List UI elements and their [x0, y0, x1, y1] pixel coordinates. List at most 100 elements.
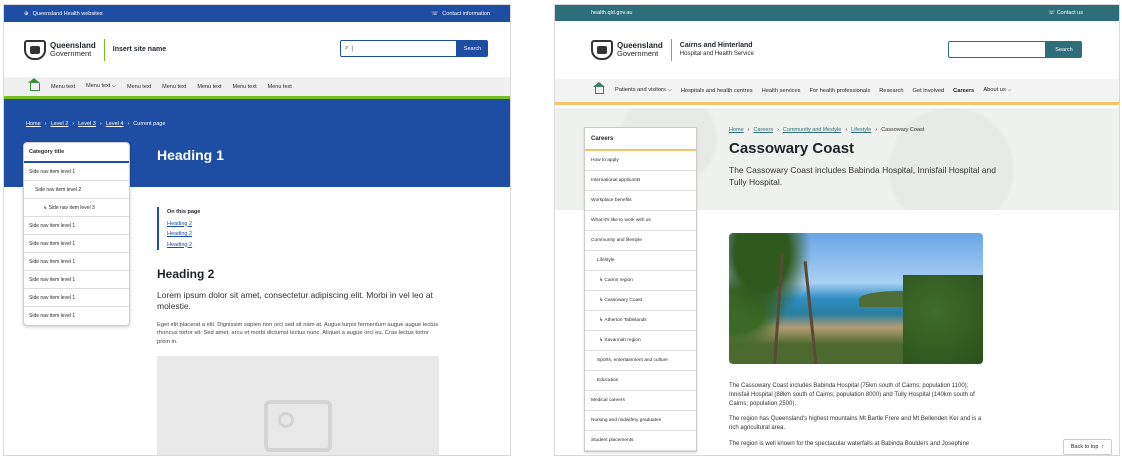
sites-link[interactable]: ⊕ Queensland Health websites — [24, 11, 103, 17]
sidenav-item[interactable]: Medical careers — [585, 391, 696, 411]
sidenav-item[interactable]: What it's like to work with us — [585, 211, 696, 231]
contact-link[interactable]: ☏ Contact information — [431, 11, 490, 17]
sidenav-item[interactable]: Student placements — [585, 431, 696, 451]
nav-item-hospitals[interactable]: Hospitals and health centres — [681, 88, 753, 94]
on-this-page-title: On this page — [167, 209, 201, 215]
nav-item[interactable]: Menu text — [197, 84, 221, 90]
breadcrumb-link[interactable]: Level 3 — [78, 121, 96, 127]
sidenav-item[interactable]: ↳ Side nav item level 3 — [24, 199, 129, 217]
home-icon[interactable] — [28, 77, 40, 91]
search-form: ⌕ | Search — [340, 40, 488, 57]
sub-arrow-icon: ↳ — [599, 338, 604, 343]
nav-item-careers[interactable]: Careers — [953, 88, 974, 94]
breadcrumb-link[interactable]: Level 4 — [106, 121, 124, 127]
breadcrumb-link[interactable]: Home — [729, 127, 744, 133]
search-button[interactable]: Search — [457, 40, 488, 57]
sidenav-item[interactable]: Side nav item level 1 — [24, 307, 129, 325]
on-this-page: On this page Heading 2 Heading 2 Heading… — [157, 207, 200, 250]
site-name[interactable]: Insert site name — [113, 46, 166, 53]
side-navigation: Careers How to apply International appli… — [584, 127, 697, 452]
breadcrumb-current: Cassowary Coast — [881, 127, 925, 133]
sidenav-title[interactable]: Careers — [585, 128, 696, 151]
main-nav: Menu text Menu text ⌵ Menu text Menu tex… — [4, 77, 510, 99]
nav-item-patients[interactable]: Patients and visitors ⌵ — [615, 87, 672, 94]
coat-of-arms-icon — [591, 40, 613, 60]
coastal-photo — [729, 233, 983, 364]
sidenav-item[interactable]: Community and lifestyle — [585, 231, 696, 251]
search-input[interactable]: ⌕ | — [340, 40, 457, 57]
sidenav-title: Category title — [24, 143, 129, 163]
top-utility-bar: health.qld.gov.au ☏ Contact us — [555, 5, 1119, 21]
arrow-up-icon: ↑ — [1101, 444, 1105, 450]
sub-arrow-icon: ↳ — [43, 204, 48, 211]
sidenav-item[interactable]: Side nav item level 1 — [24, 271, 129, 289]
chevron-down-icon: ⌵ — [1007, 87, 1012, 93]
site-name[interactable]: Cairns and Hinterland Hospital and Health… — [680, 42, 754, 58]
search-button[interactable]: Search — [1046, 41, 1082, 58]
search-icon: ⌕ — [345, 45, 349, 51]
breadcrumb-link[interactable]: Lifestyle — [851, 127, 871, 133]
breadcrumb: Home › Careers › Community and lifestyle › … — [729, 127, 925, 133]
body-paragraph: Eget elit placerat a elit. Dignissim sap… — [157, 322, 438, 345]
sidenav-item[interactable]: Side nav item level 1 — [24, 253, 129, 271]
sidenav-item[interactable]: ↳ Savannah region — [585, 331, 696, 351]
sidenav-item[interactable]: Education — [585, 371, 696, 391]
top-utility-bar: ⊕ Queensland Health websites ☏ Contact inf… — [4, 5, 510, 22]
breadcrumb-link[interactable]: Careers — [754, 127, 774, 133]
breadcrumb: Home › Level 2 › Level 3 › Level 4 › Current… — [26, 121, 166, 127]
nav-item[interactable]: Menu text — [268, 84, 292, 90]
nav-item-dropdown[interactable]: Menu text ⌵ — [86, 83, 116, 90]
sidenav-item[interactable]: Workplace benefits — [585, 191, 696, 211]
sidenav-item-active[interactable]: ↳ Cassowary Coast — [585, 291, 696, 311]
sidenav-item[interactable]: Side nav item level 2 — [24, 181, 129, 199]
sidenav-item[interactable]: International applicants — [585, 171, 696, 191]
side-navigation: Category title Side nav item level 1 Sid… — [23, 142, 130, 326]
search-input[interactable] — [948, 41, 1046, 58]
nav-item[interactable]: Menu text — [51, 84, 75, 90]
nav-item-get-involved[interactable]: Get involved — [913, 88, 945, 94]
breadcrumb-link[interactable]: Community and lifestyle — [783, 127, 841, 133]
nav-item[interactable]: Menu text — [162, 84, 186, 90]
sidenav-item[interactable]: Side nav item level 1 — [24, 217, 129, 235]
nav-item-health-professionals[interactable]: For health professionals — [809, 88, 870, 94]
sub-arrow-icon: ↳ — [599, 278, 604, 283]
divider — [670, 39, 672, 61]
back-to-top-button[interactable]: Back to top ↑ — [1063, 439, 1112, 455]
site-header: Queensland Government Insert site name ⌕ |… — [4, 22, 510, 77]
nav-item-research[interactable]: Research — [879, 88, 903, 94]
main-nav: Patients and visitors ⌵ Hospitals and he… — [555, 79, 1119, 105]
anchor-link[interactable]: Heading 2 — [167, 240, 200, 251]
design-system-template-pane: ⊕ Queensland Health websites ☏ Contact inf… — [3, 4, 511, 456]
contact-link[interactable]: ☏ Contact us — [1048, 10, 1083, 16]
nav-item[interactable]: Menu text — [127, 84, 151, 90]
breadcrumb-link[interactable]: Level 2 — [51, 121, 69, 127]
nav-item-about[interactable]: About us ⌵ — [983, 87, 1011, 94]
search-form: Search — [948, 41, 1082, 58]
sidenav-item[interactable]: Side nav item level 1 — [24, 163, 129, 181]
sidenav-item[interactable]: ↳ Atherton Tablelands — [585, 311, 696, 331]
anchor-link[interactable]: Heading 2 — [167, 219, 200, 230]
image-icon — [264, 400, 332, 452]
sidenav-item[interactable]: Nursing and midwifery graduates — [585, 411, 696, 431]
article-body: The Cassowary Coast includes Babinda Hos… — [729, 382, 984, 455]
qld-gov-logo[interactable]: Queensland Government — [24, 39, 96, 60]
sidenav-item[interactable]: ↳ Cairns region — [585, 271, 696, 291]
palm-fronds — [729, 233, 839, 364]
sidenav-item[interactable]: How to apply — [585, 151, 696, 171]
lead-paragraph: Lorem ipsum dolor sit amet, consectetur … — [157, 290, 433, 311]
qld-gov-logo[interactable]: Queensland Government — [591, 40, 663, 60]
coat-of-arms-icon — [24, 39, 46, 60]
nav-item[interactable]: Menu text — [232, 84, 256, 90]
breadcrumb-link[interactable]: Home — [26, 121, 41, 127]
sidenav-item[interactable]: Sports, entertainment and culture — [585, 351, 696, 371]
sidenav-item[interactable]: Side nav item level 1 — [24, 289, 129, 307]
section-heading: Heading 2 — [157, 267, 215, 281]
sidenav-item[interactable]: Side nav item level 1 — [24, 235, 129, 253]
sub-arrow-icon: ↳ — [599, 298, 604, 303]
site-url[interactable]: health.qld.gov.au — [591, 10, 633, 16]
anchor-link[interactable]: Heading 2 — [167, 229, 200, 240]
sidenav-item[interactable]: Lifestyle — [585, 251, 696, 271]
cairns-hhs-page-pane: health.qld.gov.au ☏ Contact us Queenslan… — [554, 4, 1120, 456]
home-icon[interactable] — [593, 82, 605, 94]
nav-item-health-services[interactable]: Health services — [762, 88, 801, 94]
